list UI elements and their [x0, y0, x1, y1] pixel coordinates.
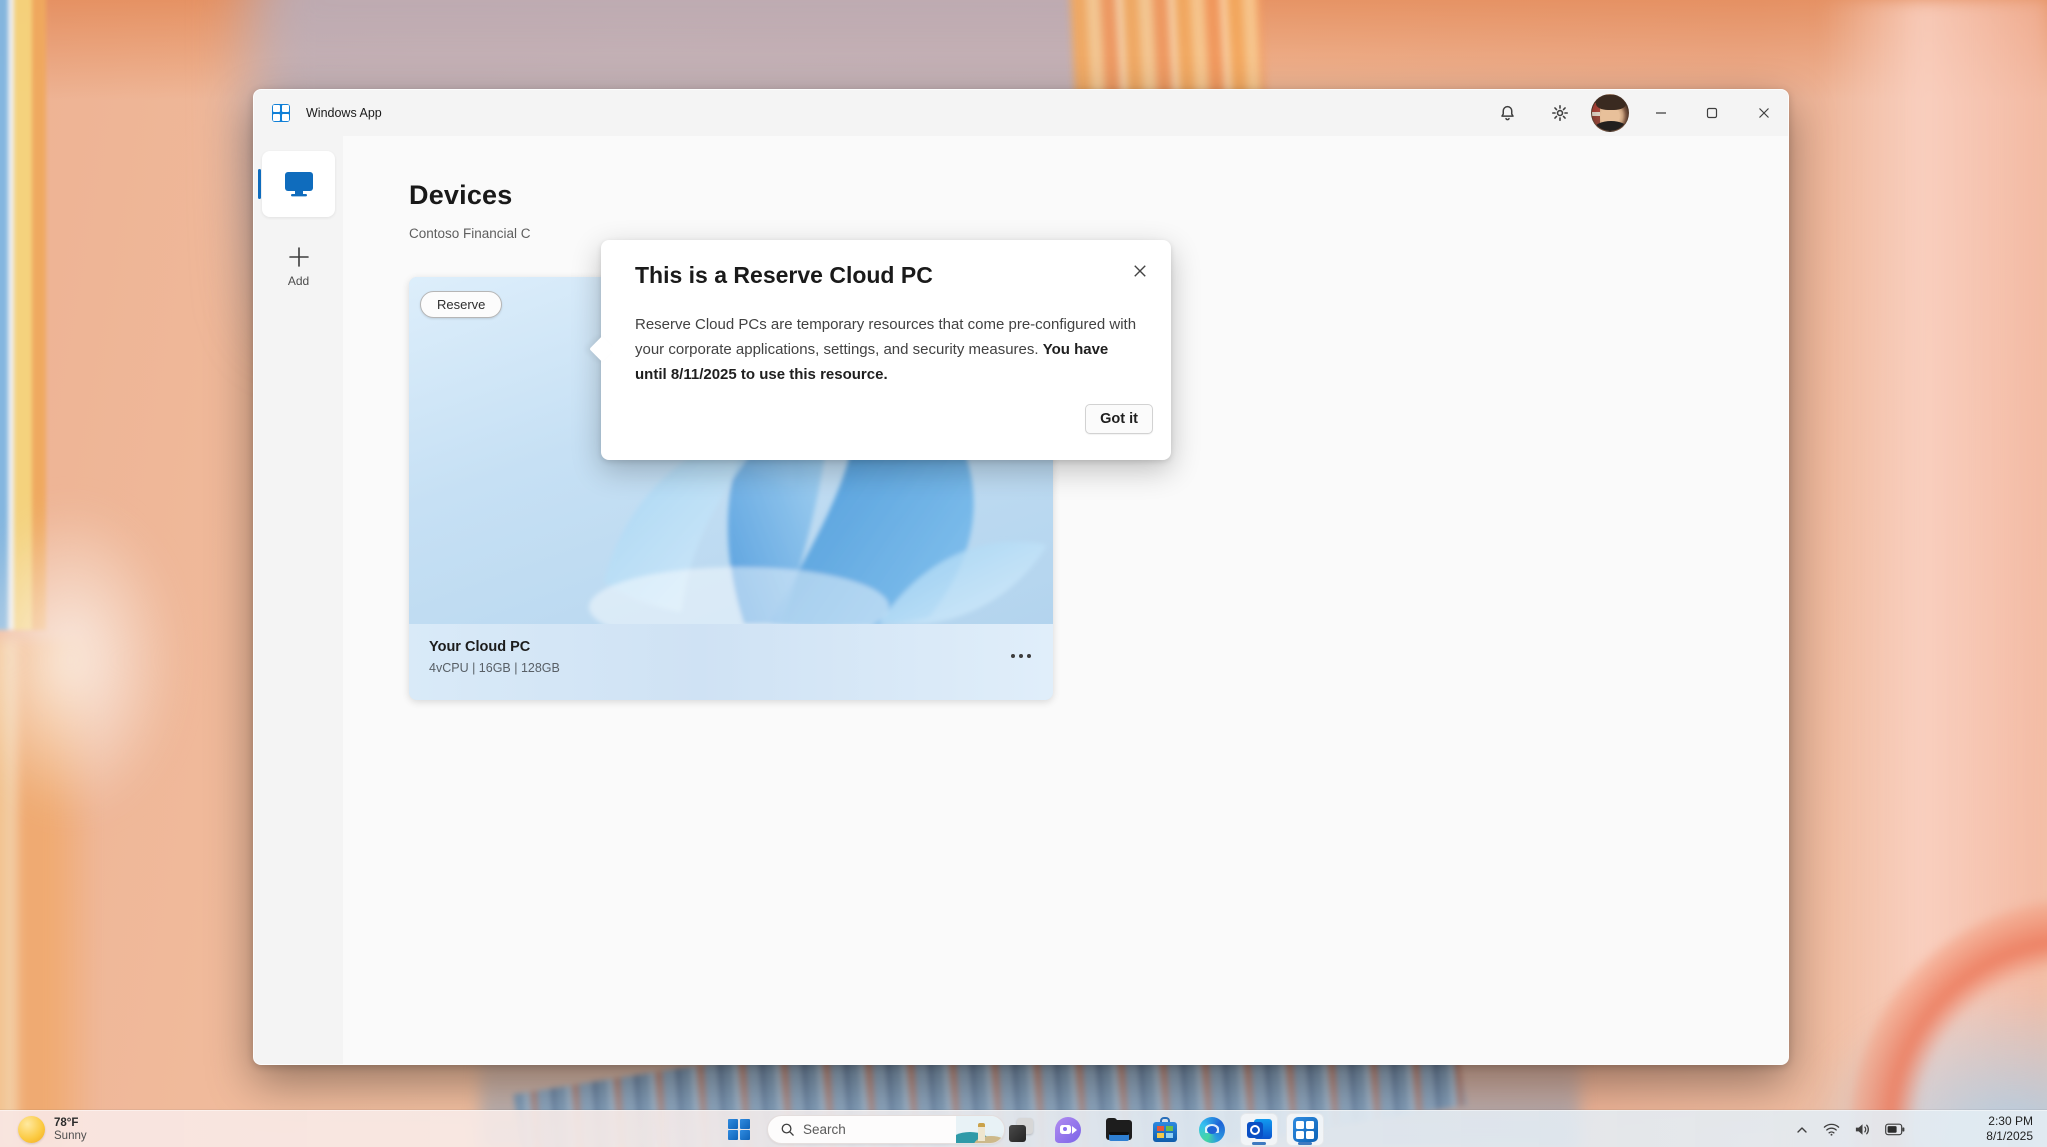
dialog-title: This is a Reserve Cloud PC [635, 262, 933, 289]
weather-temperature: 78°F [54, 1117, 87, 1130]
page-title: Devices [409, 180, 512, 211]
start-button[interactable] [719, 1113, 759, 1146]
window-titlebar: Windows App [254, 90, 1788, 136]
chat-button[interactable] [1048, 1113, 1088, 1146]
minimize-button[interactable] [1641, 93, 1681, 133]
avatar-hair [1596, 95, 1626, 110]
minimize-icon [1655, 107, 1667, 119]
close-button[interactable] [1744, 93, 1784, 133]
taskbar-search[interactable] [767, 1115, 1005, 1144]
window-title: Windows App [306, 106, 382, 120]
system-tray [1789, 1113, 1911, 1146]
maximize-button[interactable] [1692, 93, 1732, 133]
windows-app-running-indicator [1298, 1142, 1312, 1145]
sun-icon [18, 1116, 45, 1143]
maximize-icon [1706, 107, 1718, 119]
cloud-pc-name: Your Cloud PC [429, 639, 530, 655]
monitor-icon [284, 171, 314, 197]
bell-icon [1499, 105, 1516, 122]
clock-date: 8/1/2025 [1986, 1129, 2033, 1144]
close-icon [1758, 107, 1770, 119]
selected-indicator [258, 169, 261, 199]
edge-button[interactable] [1192, 1113, 1232, 1146]
microsoft-store-icon [1153, 1117, 1177, 1142]
windows-app-window: Windows App [253, 89, 1789, 1065]
weather-text: 78°F Sunny [54, 1117, 87, 1143]
taskbar: 78°F Sunny [0, 1110, 2047, 1147]
devices-page: Devices Contoso Financial C [343, 136, 1789, 1065]
outlook-icon [1247, 1117, 1272, 1142]
cloud-pc-specs: 4vCPU | 16GB | 128GB [429, 661, 560, 675]
edge-icon [1199, 1117, 1225, 1143]
cloud-pc-card-footer: Your Cloud PC 4vCPU | 16GB | 128GB [409, 624, 1053, 700]
wallpaper-left-glow [0, 500, 180, 820]
plus-icon [288, 246, 310, 268]
task-view-button[interactable] [1001, 1113, 1041, 1146]
lighthouse-thumbnail [956, 1115, 1004, 1144]
dialog-close-button[interactable] [1125, 256, 1155, 286]
volume-icon[interactable] [1854, 1122, 1871, 1137]
dialog-body: Reserve Cloud PCs are temporary resource… [635, 312, 1140, 387]
notifications-button[interactable] [1487, 93, 1527, 133]
file-explorer-button[interactable] [1099, 1113, 1139, 1146]
outlook-running-indicator [1252, 1142, 1266, 1145]
add-label: Add [288, 274, 309, 288]
gear-icon [1551, 104, 1569, 122]
reserve-dialog: This is a Reserve Cloud PC Reserve Cloud… [601, 240, 1171, 460]
user-avatar[interactable] [1591, 94, 1629, 132]
search-icon [780, 1122, 795, 1137]
taskbar-clock[interactable]: 2:30 PM 8/1/2025 [1986, 1114, 2033, 1144]
got-it-button[interactable]: Got it [1085, 404, 1153, 434]
chat-icon [1055, 1117, 1081, 1143]
clock-time: 2:30 PM [1986, 1114, 2033, 1129]
tray-chevron-icon[interactable] [1795, 1123, 1809, 1137]
weather-condition: Sunny [54, 1130, 87, 1143]
file-explorer-icon [1106, 1118, 1132, 1142]
weather-widget[interactable]: 78°F Sunny [12, 1113, 93, 1146]
add-device-button[interactable]: Add [262, 231, 335, 303]
task-view-icon [1009, 1118, 1033, 1142]
search-input[interactable] [803, 1122, 933, 1137]
windows-app-taskbar-icon [1293, 1117, 1318, 1142]
sidebar: Add [254, 136, 343, 1065]
card-more-button[interactable] [1011, 654, 1031, 658]
windows-logo-icon [728, 1119, 750, 1141]
settings-button[interactable] [1540, 93, 1580, 133]
reserve-badge: Reserve [420, 291, 502, 318]
organization-subtitle: Contoso Financial C [409, 226, 531, 241]
sidebar-item-devices[interactable] [262, 151, 335, 217]
wifi-icon[interactable] [1823, 1122, 1840, 1137]
close-x-icon [1133, 264, 1147, 278]
avatar-shirt [1594, 121, 1628, 132]
windows-app-icon [272, 104, 290, 122]
battery-icon[interactable] [1885, 1123, 1905, 1136]
microsoft-store-button[interactable] [1145, 1113, 1185, 1146]
